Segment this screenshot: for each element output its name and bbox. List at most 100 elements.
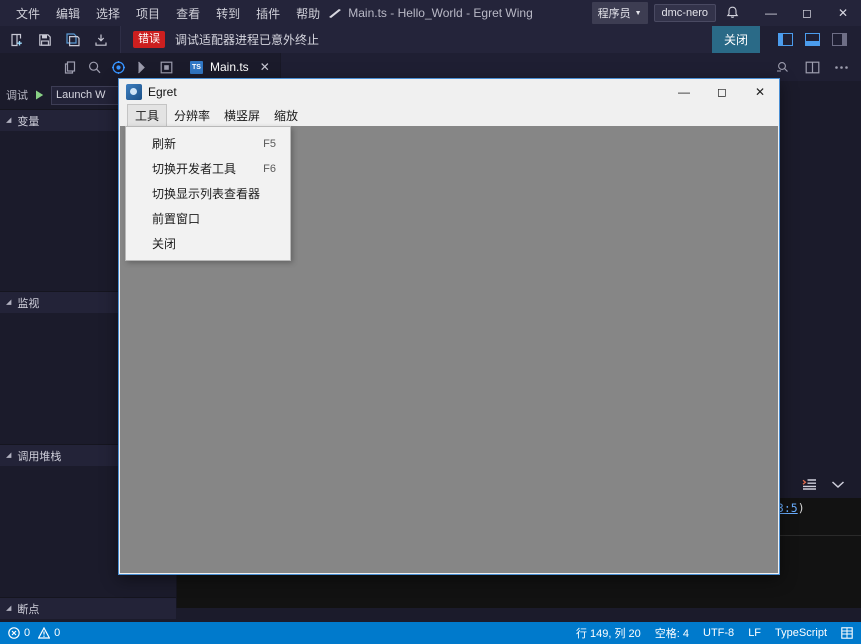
egret-app-icon (126, 84, 142, 100)
dialog-menu-bar: 工具 分辨率 横竖屏 缩放 (119, 104, 779, 126)
caret-icon: ◢ (6, 451, 12, 459)
split-editor-icon[interactable] (776, 60, 791, 74)
error-badge: 错误 (133, 31, 165, 48)
menu-item-label: 切换开发者工具 (152, 162, 237, 176)
status-right: 行 149, 列 20 空格: 4 UTF-8 LF TypeScript (576, 625, 861, 641)
dialog-menu-tools[interactable]: 工具 (127, 104, 168, 126)
role-selector[interactable]: 程序员 ▼ (591, 2, 648, 24)
explorer-icon[interactable] (58, 53, 82, 81)
tools-dropdown-menu: 刷新 F5 切换开发者工具 F6 切换显示列表查看器 前置窗口 关闭 (125, 126, 291, 261)
launch-config-value: Launch W (56, 89, 106, 101)
status-eol[interactable]: LF (748, 627, 761, 639)
toggle-right-panel-icon[interactable] (832, 33, 847, 46)
new-file-icon[interactable] (10, 33, 24, 47)
toggle-panel-icon[interactable] (805, 33, 820, 46)
debug-icon[interactable] (106, 53, 130, 81)
bell-icon[interactable] (726, 6, 739, 20)
chevron-down-icon: ▼ (634, 9, 642, 17)
window-title: Main.ts - Hello_World - Egret Wing (348, 6, 533, 20)
status-bar: 0 0 行 149, 列 20 空格: 4 UTF-8 LF TypeScrip… (0, 622, 861, 644)
caret-icon: ◢ (6, 116, 12, 124)
status-cursor-position[interactable]: 行 149, 列 20 (576, 625, 641, 641)
menu-item-goto[interactable]: 转到 (208, 2, 248, 25)
download-icon[interactable] (94, 33, 108, 47)
editor-tab-strip: TS Main.ts ✕ (178, 53, 861, 81)
caret-icon: ◢ (6, 604, 12, 612)
notification-toolbar: 错误 调试适配器进程已意外终止 关闭 (0, 26, 861, 53)
menu-item-selection[interactable]: 选择 (88, 2, 128, 25)
tab-label: Main.ts (210, 60, 249, 74)
warning-count: 0 (54, 627, 61, 639)
file-toolbar (0, 32, 108, 47)
error-icon (8, 627, 20, 639)
editor-actions (776, 53, 861, 81)
section-label: 变量 (17, 115, 40, 128)
menu-item-toggle-devtools[interactable]: 切换开发者工具 F6 (126, 156, 290, 181)
dialog-menu-resolution[interactable]: 分辨率 (167, 105, 217, 126)
debug-panel-title: 调试 (6, 90, 28, 102)
title-bar: 文件 编辑 选择 项目 查看 转到 插件 帮助 Main.ts - Hello_… (0, 0, 861, 26)
tab-main-ts[interactable]: TS Main.ts ✕ (178, 53, 281, 81)
role-label: 程序员 (597, 8, 631, 20)
sidebar-section-breakpoints[interactable]: ◢ 断点 (0, 597, 176, 619)
layout-editor-icon[interactable] (805, 61, 820, 74)
dialog-minimize-button[interactable]: — (665, 79, 703, 105)
window-close-button[interactable]: ✕ (825, 0, 861, 26)
menu-item-toggle-display-list[interactable]: 切换显示列表查看器 (126, 181, 290, 206)
status-indentation[interactable]: 空格: 4 (655, 625, 689, 641)
app-window: 文件 编辑 选择 项目 查看 转到 插件 帮助 Main.ts - Hello_… (0, 0, 861, 644)
menu-item-label: 切换显示列表查看器 (152, 187, 261, 201)
error-notification: 错误 调试适配器进程已意外终止 (121, 26, 712, 53)
dialog-window-controls: — ◻ ✕ (665, 79, 779, 105)
more-actions-icon[interactable] (834, 65, 849, 70)
dialog-maximize-button[interactable]: ◻ (703, 79, 741, 105)
dialog-close-button[interactable]: ✕ (741, 79, 779, 105)
menu-item-shortcut: F5 (263, 137, 276, 150)
status-language-mode[interactable]: TypeScript (775, 627, 827, 639)
search-icon[interactable] (82, 53, 106, 81)
user-account-button[interactable]: dmc-nero (653, 4, 716, 22)
section-label: 监视 (17, 297, 40, 310)
extensions-icon[interactable] (154, 53, 178, 81)
save-all-icon[interactable] (66, 32, 80, 47)
toggle-sidebar-icon[interactable] (778, 33, 793, 46)
status-problems[interactable]: 0 0 (0, 627, 60, 639)
error-count: 0 (24, 627, 31, 639)
layout-toggle-group (760, 26, 861, 53)
error-message: 调试适配器进程已意外终止 (175, 33, 320, 47)
egret-preview-window[interactable]: Egret — ◻ ✕ 工具 分辨率 横竖屏 缩放 刷新 F5 切换开发者工具 … (118, 78, 780, 575)
menu-item-view[interactable]: 查看 (168, 2, 208, 25)
menu-item-help[interactable]: 帮助 (288, 2, 328, 25)
dialog-menu-zoom[interactable]: 缩放 (267, 105, 305, 126)
caret-icon: ◢ (6, 298, 12, 306)
console-tail: ) (797, 501, 805, 515)
warning-icon (38, 627, 51, 639)
activity-bar (0, 53, 178, 81)
menu-item-close[interactable]: 关闭 (126, 231, 290, 256)
menu-item-label: 前置窗口 (152, 212, 201, 226)
tab-close-icon[interactable]: ✕ (260, 60, 270, 74)
clear-console-icon[interactable] (802, 477, 817, 491)
status-encoding[interactable]: UTF-8 (703, 627, 734, 639)
menu-item-edit[interactable]: 编辑 (48, 2, 88, 25)
window-minimize-button[interactable]: — (753, 0, 789, 26)
menu-item-plugins[interactable]: 插件 (248, 2, 288, 25)
layout-icon[interactable] (841, 627, 853, 639)
menu-item-shortcut: F6 (263, 162, 276, 175)
error-close-button[interactable]: 关闭 (711, 26, 760, 53)
dialog-title: Egret (148, 85, 177, 99)
section-label: 调用堆栈 (17, 450, 62, 463)
menu-item-refresh[interactable]: 刷新 F5 (126, 131, 290, 156)
main-menu: 文件 编辑 选择 项目 查看 转到 插件 帮助 (0, 0, 328, 26)
chevron-down-icon[interactable] (831, 480, 845, 489)
menu-item-project[interactable]: 项目 (128, 2, 168, 25)
dialog-menu-orientation[interactable]: 横竖屏 (217, 105, 267, 126)
egret-logo-icon (328, 8, 342, 19)
menu-item-label: 刷新 (152, 137, 177, 151)
source-control-icon[interactable] (130, 53, 154, 81)
window-maximize-button[interactable]: ◻ (789, 0, 825, 26)
menu-item-always-on-top[interactable]: 前置窗口 (126, 206, 290, 231)
run-icon[interactable] (34, 89, 45, 101)
menu-item-file[interactable]: 文件 (8, 2, 48, 25)
save-icon[interactable] (38, 33, 52, 47)
